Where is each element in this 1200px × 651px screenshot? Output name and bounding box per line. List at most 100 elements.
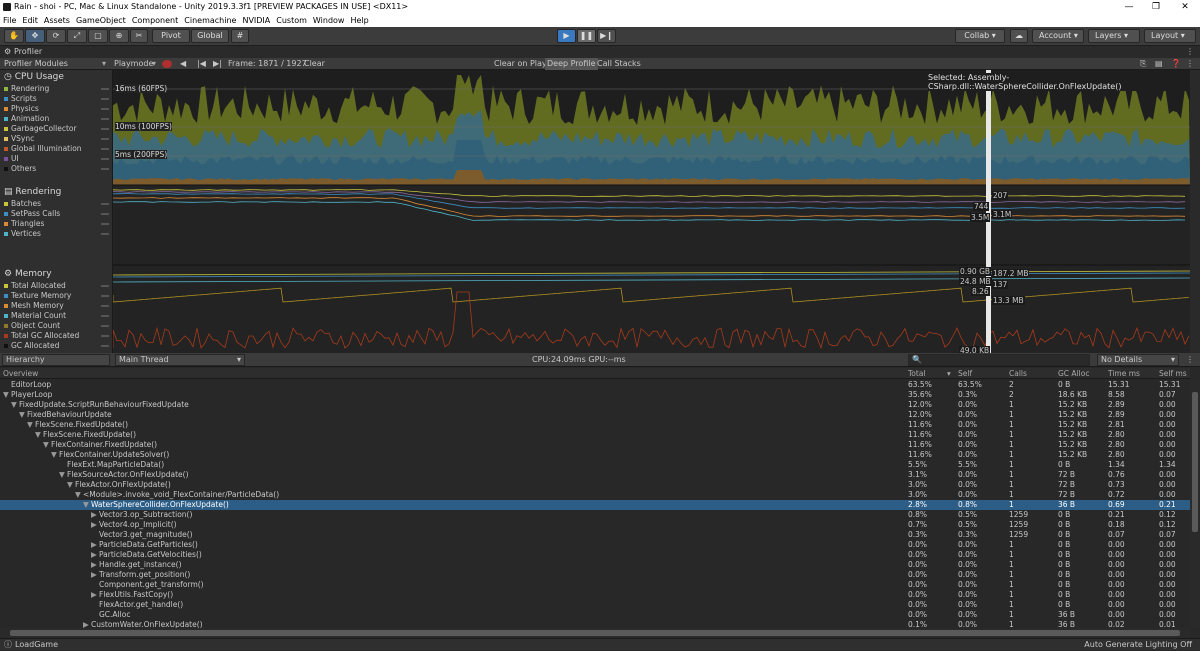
col-overview[interactable]: Overview — [3, 368, 38, 379]
col-total[interactable]: Total — [908, 368, 926, 379]
scroll-thumb[interactable] — [1192, 392, 1198, 532]
transform-tool-icon[interactable]: ⊕ — [109, 29, 129, 43]
expand-toggle-icon[interactable]: ▶ — [91, 590, 97, 600]
thread-dropdown[interactable]: Main Thread ▾ — [115, 354, 245, 366]
menu-gameobject[interactable]: GameObject — [73, 14, 129, 27]
menu-file[interactable]: File — [0, 14, 19, 27]
first-frame-icon[interactable]: ◀ — [180, 58, 186, 70]
drag-handle-icon[interactable] — [101, 98, 109, 100]
close-button[interactable]: ✕ — [1172, 0, 1198, 14]
minimize-button[interactable]: — — [1116, 0, 1142, 14]
table-row[interactable]: ▼ WaterSphereCollider.OnFlexUpdate() 2.8% 0… — [0, 500, 1190, 510]
hand-tool-icon[interactable]: ✋ — [4, 29, 24, 43]
col-self[interactable]: Self — [958, 368, 972, 379]
module-item[interactable]: GC Allocated — [0, 341, 113, 351]
drag-handle-icon[interactable] — [101, 138, 109, 140]
expand-toggle-icon[interactable]: ▼ — [43, 440, 49, 450]
table-vertical-scrollbar[interactable] — [1190, 380, 1200, 628]
module-item[interactable]: Animation — [0, 114, 113, 124]
expand-toggle-icon[interactable]: ▼ — [11, 400, 17, 410]
module-item[interactable]: Others — [0, 164, 113, 174]
drag-handle-icon[interactable] — [101, 128, 109, 130]
module-item[interactable]: VSync — [0, 134, 113, 144]
drag-handle-icon[interactable] — [101, 168, 109, 170]
expand-toggle-icon[interactable]: ▼ — [3, 390, 9, 400]
drag-handle-icon[interactable] — [101, 325, 109, 327]
module-item[interactable]: Texture Memory — [0, 291, 113, 301]
table-row[interactable]: ▼ <Module>.invoke_void_FlexContainer/Part… — [0, 490, 1190, 500]
menu-cinemachine[interactable]: Cinemachine — [181, 14, 239, 27]
drag-handle-icon[interactable] — [101, 345, 109, 347]
drag-handle-icon[interactable] — [101, 233, 109, 235]
expand-toggle-icon[interactable]: ▼ — [51, 450, 57, 460]
deep-profile-toggle[interactable]: Deep Profile — [545, 58, 598, 70]
module-item[interactable]: Physics — [0, 104, 113, 114]
expand-toggle-icon[interactable]: ▼ — [19, 410, 25, 420]
drag-handle-icon[interactable] — [101, 203, 109, 205]
prev-frame-icon[interactable]: |◀ — [197, 58, 206, 70]
table-row[interactable]: FlexActor.get_handle() 0.0% 0.0% 1 0 B 0.00 0.… — [0, 600, 1190, 610]
profiler-modules-dropdown[interactable]: Profiler Modules — [4, 58, 68, 70]
drag-handle-icon[interactable] — [101, 213, 109, 215]
table-row[interactable]: ▼ FlexScene.FixedUpdate() 11.6% 0.0% 1 15.2 K… — [0, 430, 1190, 440]
clear-on-play-toggle[interactable]: Clear on Play — [494, 58, 547, 70]
table-row[interactable]: ▼ PlayerLoop 35.6% 0.3% 2 18.6 KB 8.58 0.07 — [0, 390, 1190, 400]
profiler-charts[interactable]: 16ms (60FPS) 10ms (100FPS) 5ms (200FPS) … — [112, 70, 1191, 355]
collab-dropdown[interactable]: Collab ▾ — [955, 29, 1005, 43]
expand-toggle-icon[interactable]: ▼ — [75, 490, 81, 500]
expand-toggle-icon[interactable]: ▼ — [59, 470, 65, 480]
menu-component[interactable]: Component — [129, 14, 181, 27]
table-row[interactable]: ▶ ParticleData.GetVelocities() 0.0% 0.0% 1 0 … — [0, 550, 1190, 560]
help-icon[interactable]: ❓ — [1171, 58, 1181, 70]
rect-tool-icon[interactable]: ▢ — [88, 29, 108, 43]
module-item[interactable]: Vertices — [0, 229, 113, 239]
account-dropdown[interactable]: Account ▾ — [1032, 29, 1084, 43]
expand-toggle-icon[interactable]: ▶ — [91, 520, 97, 530]
table-row[interactable]: ▶ FlexUtils.FastCopy() 0.0% 0.0% 1 0 B 0.00 0.0… — [0, 590, 1190, 600]
expand-toggle-icon[interactable]: ▼ — [27, 420, 33, 430]
expand-toggle-icon[interactable]: ▼ — [67, 480, 73, 490]
module-item[interactable]: Batches — [0, 199, 113, 209]
search-input[interactable]: 🔍 — [908, 354, 1090, 366]
col-gc-alloc[interactable]: GC Alloc — [1058, 368, 1089, 379]
table-row[interactable]: ▼ FlexContainer.FixedUpdate() 11.6% 0.0% 1 15… — [0, 440, 1190, 450]
table-row[interactable]: ▼ FlexScene.FixedUpdate() 11.6% 0.0% 1 15.2 K… — [0, 420, 1190, 430]
module-item[interactable]: GarbageCollector — [0, 124, 113, 134]
table-horizontal-scrollbar[interactable] — [0, 628, 1190, 638]
chart-scrollbar[interactable] — [1190, 70, 1200, 353]
drag-handle-icon[interactable] — [101, 108, 109, 110]
clear-button[interactable]: Clear — [304, 58, 325, 70]
expand-toggle-icon[interactable]: ▶ — [91, 560, 97, 570]
cpu-usage-module[interactable]: ◷ CPU Usage Rendering Scripts Physics Anima… — [0, 70, 113, 174]
options-icon[interactable]: ⋮ — [1186, 58, 1194, 70]
drag-handle-icon[interactable] — [101, 315, 109, 317]
module-item[interactable]: Mesh Memory — [0, 301, 113, 311]
maximize-button[interactable]: ❐ — [1143, 0, 1169, 14]
charts-svg[interactable] — [112, 70, 1191, 353]
drag-handle-icon[interactable] — [101, 223, 109, 225]
drag-handle-icon[interactable] — [101, 88, 109, 90]
layout-dropdown[interactable]: Layout ▾ — [1144, 29, 1196, 43]
table-row[interactable]: ▶ Vector3.op_Subtraction() 0.8% 0.5% 1259 0 B… — [0, 510, 1190, 520]
table-row[interactable]: ▶ ParticleData.GetParticles() 0.0% 0.0% 1 0 B… — [0, 540, 1190, 550]
expand-toggle-icon[interactable]: ▶ — [91, 540, 97, 550]
hscroll-thumb[interactable] — [10, 630, 1180, 636]
menu-custom[interactable]: Custom — [273, 14, 310, 27]
expand-toggle-icon[interactable]: ▼ — [83, 500, 89, 510]
table-row[interactable]: ▶ Handle.get_instance() 0.0% 0.0% 1 0 B 0.00 0.… — [0, 560, 1190, 570]
table-row[interactable]: ▼ FixedUpdate.ScriptRunBehaviourFixedUpda… — [0, 400, 1190, 410]
cloud-icon[interactable]: ☁ — [1010, 29, 1028, 43]
drag-handle-icon[interactable] — [101, 158, 109, 160]
module-item[interactable]: Scripts — [0, 94, 113, 104]
call-stacks-toggle[interactable]: Call Stacks — [597, 58, 641, 70]
menu-assets[interactable]: Assets — [41, 14, 73, 27]
status-message[interactable]: LoadGame — [15, 639, 58, 651]
drag-handle-icon[interactable] — [101, 118, 109, 120]
table-row[interactable]: FlexExt.MapParticleData() 5.5% 5.5% 1 0 B 1.3… — [0, 460, 1190, 470]
expand-toggle-icon[interactable]: ▼ — [35, 430, 41, 440]
memory-module[interactable]: ⚙ Memory Total Allocated Texture Memory Me… — [0, 267, 113, 351]
expand-toggle-icon[interactable]: ▶ — [91, 510, 97, 520]
table-row[interactable]: ▶ Vector4.op_Implicit() 0.7% 0.5% 1259 0 B 0.1… — [0, 520, 1190, 530]
pivot-toggle[interactable]: Pivot — [152, 29, 190, 43]
module-item[interactable]: Total GC Allocated — [0, 331, 113, 341]
